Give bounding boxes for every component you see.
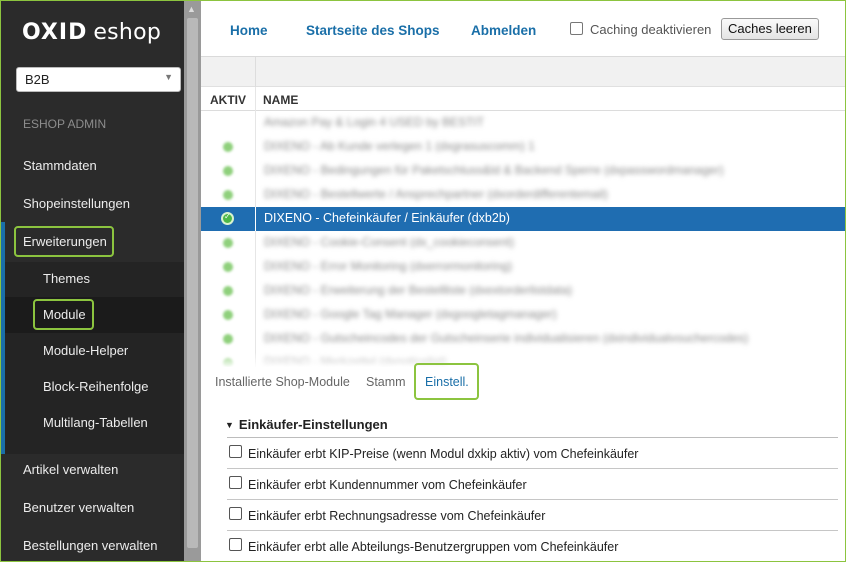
module-row[interactable]: DIXENO - Cookie-Consent (dx_cookieconsen… xyxy=(201,231,846,255)
setting-option-billing-address: Einkäufer erbt Rechnungsadresse vom Chef… xyxy=(227,500,838,531)
clear-caches-button[interactable]: Caches leeren xyxy=(721,18,819,40)
setting-checkbox-department-groups[interactable] xyxy=(229,538,242,551)
module-row[interactable]: DIXENO - Bedingungen für Paketschluss&ld… xyxy=(201,159,846,183)
home-link[interactable]: Home xyxy=(230,23,268,38)
module-name: DIXENO - Bestellwerte / Ansprechpartner … xyxy=(264,187,608,201)
caching-disable-label: Caching deaktivieren xyxy=(590,22,712,37)
sidebar-subitem-themes[interactable]: Themes xyxy=(0,261,184,297)
module-name: DIXENO - Gutscheincodes der Gutscheinser… xyxy=(264,331,749,345)
active-status-icon xyxy=(223,262,233,272)
module-tabs: Installierte Shop-Module Stamm Einstell. xyxy=(201,367,846,401)
module-name: DIXENO - Erweiterung der Bestellliste (d… xyxy=(264,283,573,297)
logo-bold-text: OXID xyxy=(22,19,88,45)
active-status-icon xyxy=(223,166,233,176)
module-row-selected[interactable]: DIXENO - Chefeinkäufer / Einkäufer (dxb2… xyxy=(201,207,846,231)
setting-option-kip-prices: Einkäufer erbt KIP-Preise (wenn Modul dx… xyxy=(227,438,838,469)
sidebar-item-shopeinstellungen[interactable]: Shopeinstellungen xyxy=(0,186,184,222)
active-status-icon xyxy=(223,310,233,320)
active-status-icon xyxy=(223,238,233,248)
module-row[interactable]: DIXENO - Ab Kunde verlegen 1 (dxgrasusco… xyxy=(201,135,846,159)
shop-select-dropdown[interactable]: B2B ▼ xyxy=(16,67,181,92)
module-row[interactable]: DIXENO - Bestellwerte / Ansprechpartner … xyxy=(201,183,846,207)
module-name: DIXENO - Cookie-Consent (dx_cookieconsen… xyxy=(264,235,515,249)
tab-stamm[interactable]: Stamm xyxy=(366,375,406,389)
chevron-down-icon: ▼ xyxy=(164,72,173,82)
module-name: DIXENO - Google Tag Manager (dxgoogletag… xyxy=(264,307,557,321)
column-header-active[interactable]: AKTIV xyxy=(210,93,246,107)
active-status-icon xyxy=(221,212,234,225)
settings-group-toggle[interactable]: ▼ Einkäufer-Einstellungen xyxy=(225,417,388,432)
sidebar-item-artikel-verwalten[interactable]: Artikel verwalten xyxy=(0,452,184,488)
setting-label-billing-address: Einkäufer erbt Rechnungsadresse vom Chef… xyxy=(248,509,546,523)
row-divider xyxy=(255,207,256,231)
sidebar-item-stammdaten[interactable]: Stammdaten xyxy=(0,148,184,184)
caching-disable-checkbox[interactable] xyxy=(570,22,583,35)
setting-option-customer-number: Einkäufer erbt Kundennummer vom Chefeink… xyxy=(227,469,838,500)
list-fade-overlay xyxy=(201,352,846,368)
sidebar: OXID eshop B2B ▼ ESHOP ADMIN Stammdaten S… xyxy=(0,0,184,562)
list-filter-row xyxy=(201,57,846,87)
module-name: DIXENO - Ab Kunde verlegen 1 (dxgrasusco… xyxy=(264,139,535,153)
active-status-icon xyxy=(223,190,233,200)
active-status-icon xyxy=(223,286,233,296)
sidebar-scrollbar[interactable]: ▲ xyxy=(184,0,201,562)
setting-checkbox-kip-prices[interactable] xyxy=(229,445,242,458)
eshop-admin-label: ESHOP ADMIN xyxy=(23,117,107,131)
sidebar-item-bestellungen-verwalten[interactable]: Bestellungen verwalten xyxy=(0,528,184,562)
setting-label-kip-prices: Einkäufer erbt KIP-Preise (wenn Modul dx… xyxy=(248,447,639,461)
module-name: Amazon Pay & Login 4 USED by BESTIT xyxy=(264,115,485,129)
module-row[interactable]: DIXENO - Google Tag Manager (dxgoogletag… xyxy=(201,303,846,327)
top-header: Home Startseite des Shops Abmelden Cachi… xyxy=(201,0,846,57)
active-status-icon xyxy=(223,334,233,344)
module-row[interactable]: DIXENO - Gutscheincodes der Gutscheinser… xyxy=(201,327,846,351)
shop-startpage-link[interactable]: Startseite des Shops xyxy=(306,23,440,38)
sidebar-subitem-multilang-tabellen[interactable]: Multilang-Tabellen xyxy=(0,405,184,441)
setting-label-department-groups: Einkäufer erbt alle Abteilungs-Benutzerg… xyxy=(248,540,619,554)
module-name: DIXENO - Chefeinkäufer / Einkäufer (dxb2… xyxy=(264,211,510,225)
sidebar-subitem-block-reihenfolge[interactable]: Block-Reihenfolge xyxy=(0,369,184,405)
tab-installed-modules[interactable]: Installierte Shop-Module xyxy=(215,375,350,389)
column-header-name[interactable]: NAME xyxy=(263,93,298,107)
scroll-up-icon[interactable]: ▲ xyxy=(187,4,196,14)
module-name: DIXENO - Error Monitoring (dxerrormonito… xyxy=(264,259,513,273)
scrollbar-thumb[interactable] xyxy=(187,18,198,548)
setting-label-customer-number: Einkäufer erbt Kundennummer vom Chefeink… xyxy=(248,478,527,492)
shop-select-value: B2B xyxy=(25,72,50,87)
highlight-einstell-tab xyxy=(414,363,479,400)
sidebar-item-benutzer-verwalten[interactable]: Benutzer verwalten xyxy=(0,490,184,526)
module-row[interactable]: DIXENO - Erweiterung der Bestellliste (d… xyxy=(201,279,846,303)
setting-option-department-groups: Einkäufer erbt alle Abteilungs-Benutzerg… xyxy=(227,531,838,562)
logo-rest-text: eshop xyxy=(93,19,162,45)
module-row[interactable]: DIXENO - Error Monitoring (dxerrormonito… xyxy=(201,255,846,279)
setting-checkbox-customer-number[interactable] xyxy=(229,476,242,489)
highlight-module xyxy=(33,299,94,330)
highlight-erweiterungen xyxy=(14,226,114,257)
module-row[interactable]: Amazon Pay & Login 4 USED by BESTIT xyxy=(201,111,846,135)
active-status-icon xyxy=(223,142,233,152)
module-name: DIXENO - Bedingungen für Paketschluss&ld… xyxy=(264,163,724,177)
setting-checkbox-billing-address[interactable] xyxy=(229,507,242,520)
settings-group-title: Einkäufer-Einstellungen xyxy=(238,417,388,432)
oxid-eshop-logo[interactable]: OXID eshop xyxy=(0,0,184,64)
caret-down-icon: ▼ xyxy=(225,420,234,430)
sidebar-subitem-module-helper[interactable]: Module-Helper xyxy=(0,333,184,369)
logout-link[interactable]: Abmelden xyxy=(471,23,536,38)
filter-divider xyxy=(255,57,256,87)
